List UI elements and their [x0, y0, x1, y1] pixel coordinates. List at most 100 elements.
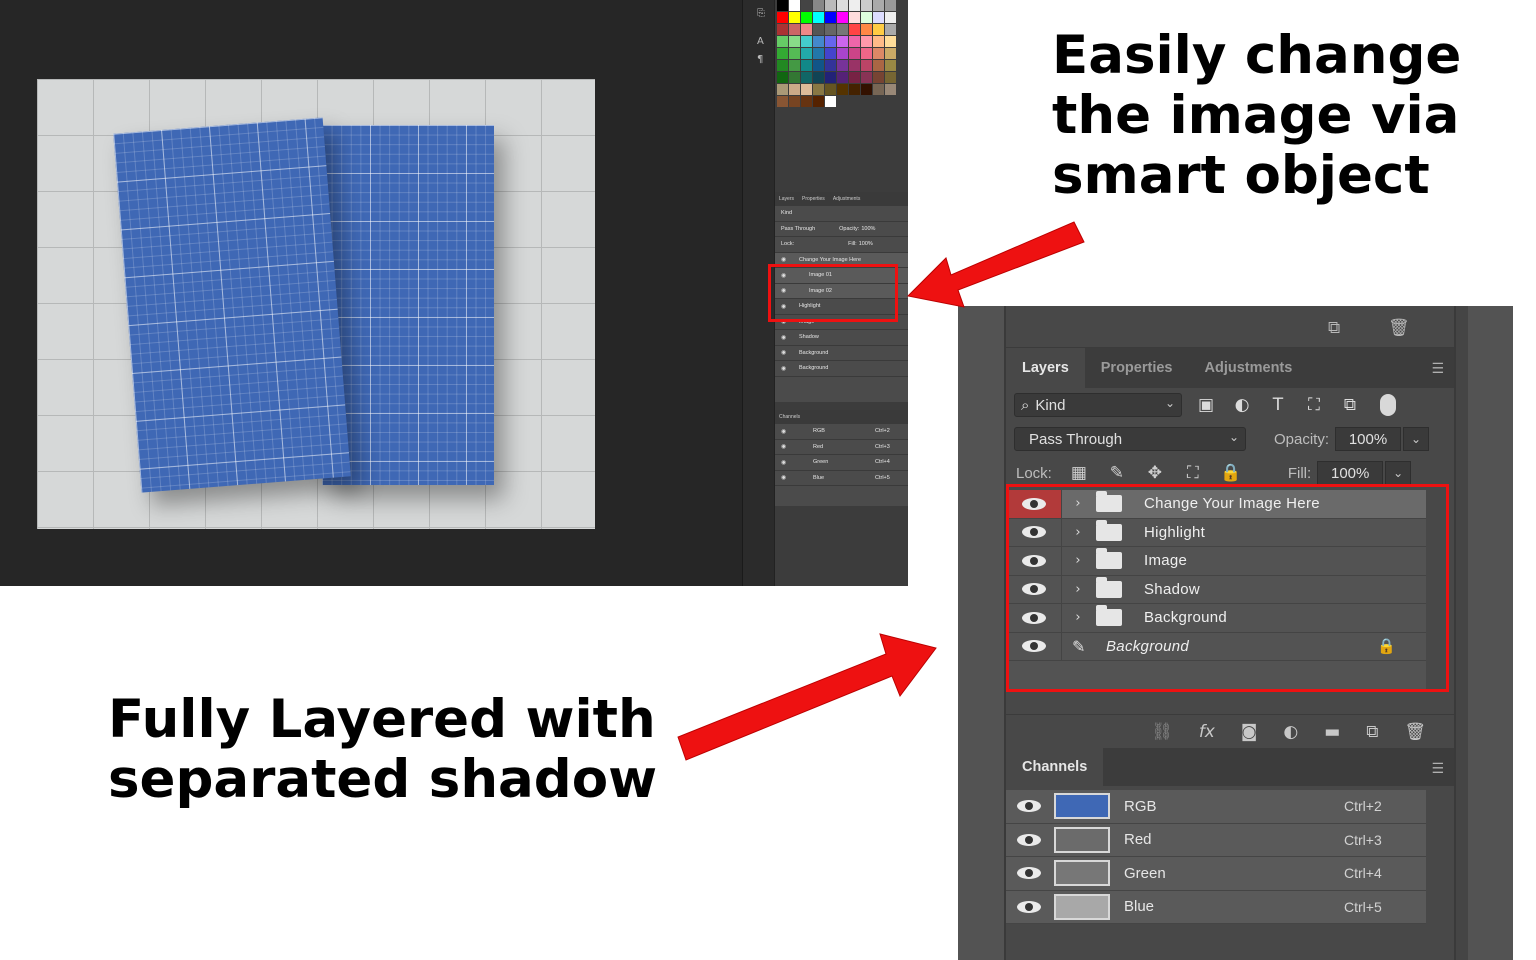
panel-menu-icon[interactable]: ☰: [1431, 361, 1444, 377]
color-swatch[interactable]: [789, 36, 800, 47]
eye-icon[interactable]: ◉: [781, 443, 789, 450]
color-swatch[interactable]: [849, 60, 860, 71]
mini-channel-row[interactable]: ◉ RGB Ctrl+2: [775, 424, 908, 440]
color-swatch[interactable]: [825, 48, 836, 59]
chevron-down-icon[interactable]: ⌄: [1385, 461, 1412, 485]
visibility-toggle[interactable]: [1006, 824, 1052, 857]
color-swatch[interactable]: [777, 96, 788, 107]
color-swatch[interactable]: [777, 60, 788, 71]
color-swatch[interactable]: [885, 84, 896, 95]
lock-brush-icon[interactable]: ✎: [1106, 463, 1128, 483]
color-swatch[interactable]: [777, 24, 788, 35]
color-swatch[interactable]: [837, 48, 848, 59]
link-layers-icon[interactable]: ⛓: [1151, 722, 1173, 742]
color-swatch[interactable]: [789, 48, 800, 59]
mini-layer-row[interactable]: ◉ Shadow: [775, 330, 908, 346]
color-swatch[interactable]: [849, 24, 860, 35]
color-swatch[interactable]: [885, 72, 896, 83]
trash-icon[interactable]: 🗑: [1404, 722, 1426, 742]
new-layer-icon[interactable]: ⧉: [1328, 318, 1340, 338]
color-swatch[interactable]: [777, 48, 788, 59]
color-swatch[interactable]: [801, 84, 812, 95]
mini-tab-layers[interactable]: Layers: [779, 196, 794, 206]
mini-layer-row[interactable]: ◉ Background: [775, 346, 908, 361]
pixel-filter-icon[interactable]: ▣: [1194, 395, 1218, 415]
eye-icon[interactable]: ◉: [781, 256, 789, 263]
color-swatch[interactable]: [801, 60, 812, 71]
color-swatch[interactable]: [825, 36, 836, 47]
color-swatch[interactable]: [789, 72, 800, 83]
color-swatch[interactable]: [813, 36, 824, 47]
fx-icon[interactable]: fx: [1199, 722, 1215, 742]
color-swatch[interactable]: [849, 84, 860, 95]
channel-row[interactable]: Red Ctrl+3: [1006, 823, 1426, 857]
trash-icon[interactable]: 🗑: [1388, 318, 1410, 338]
color-swatch[interactable]: [873, 72, 884, 83]
color-swatch[interactable]: [777, 84, 788, 95]
visibility-toggle[interactable]: [1006, 891, 1052, 924]
color-swatch[interactable]: [837, 84, 848, 95]
eye-icon[interactable]: ◉: [781, 474, 789, 481]
eye-icon[interactable]: ◉: [781, 334, 789, 341]
tab-layers[interactable]: Layers: [1006, 348, 1085, 388]
color-swatch[interactable]: [789, 84, 800, 95]
color-swatch[interactable]: [777, 36, 788, 47]
color-swatch[interactable]: [885, 36, 896, 47]
mini-channel-row[interactable]: ◉ Red Ctrl+3: [775, 440, 908, 455]
color-swatch[interactable]: [825, 84, 836, 95]
color-swatch[interactable]: [801, 36, 812, 47]
color-swatch[interactable]: [777, 0, 788, 11]
color-swatch[interactable]: [861, 24, 872, 35]
color-swatch[interactable]: [837, 0, 848, 11]
color-swatch[interactable]: [873, 84, 884, 95]
color-swatch[interactable]: [885, 12, 896, 23]
type-filter-icon[interactable]: T: [1266, 395, 1290, 415]
shape-filter-icon[interactable]: ⛶: [1302, 395, 1326, 415]
color-swatch[interactable]: [873, 48, 884, 59]
smart-object-filter-icon[interactable]: ⧉: [1338, 395, 1362, 415]
color-swatch[interactable]: [861, 72, 872, 83]
visibility-toggle[interactable]: [1006, 857, 1052, 890]
color-swatch[interactable]: [789, 96, 800, 107]
eye-icon[interactable]: ◉: [781, 459, 789, 466]
color-swatch[interactable]: [825, 12, 836, 23]
color-swatch[interactable]: [849, 12, 860, 23]
color-swatch[interactable]: [813, 72, 824, 83]
color-swatch[interactable]: [873, 0, 884, 11]
new-group-icon[interactable]: ▬: [1324, 722, 1340, 742]
color-swatch[interactable]: [885, 48, 896, 59]
color-swatch[interactable]: [873, 60, 884, 71]
color-swatch[interactable]: [777, 72, 788, 83]
fill-input[interactable]: 100%: [1317, 461, 1384, 485]
color-swatch[interactable]: [849, 48, 860, 59]
color-swatch[interactable]: [861, 0, 872, 11]
adjustment-layer-icon[interactable]: ◐: [1283, 722, 1298, 742]
color-swatch[interactable]: [885, 24, 896, 35]
mini-layer-row[interactable]: ◉ Background: [775, 361, 908, 377]
mini-tab-properties[interactable]: Properties: [802, 196, 825, 206]
lock-position-icon[interactable]: ✥: [1144, 463, 1166, 483]
color-swatch[interactable]: [777, 12, 788, 23]
color-swatch[interactable]: [801, 96, 812, 107]
color-swatch[interactable]: [825, 60, 836, 71]
color-swatch[interactable]: [837, 24, 848, 35]
color-swatch[interactable]: [837, 60, 848, 71]
color-swatch[interactable]: [885, 60, 896, 71]
color-swatch[interactable]: [861, 84, 872, 95]
color-swatch[interactable]: [789, 24, 800, 35]
mini-channel-row[interactable]: ◉ Green Ctrl+4: [775, 455, 908, 471]
color-swatch[interactable]: [885, 0, 896, 11]
history-icon[interactable]: ⎘: [757, 8, 771, 22]
color-swatch[interactable]: [813, 84, 824, 95]
eye-icon[interactable]: ◉: [781, 365, 789, 372]
color-swatch[interactable]: [825, 0, 836, 11]
color-swatch[interactable]: [849, 36, 860, 47]
chevron-down-icon[interactable]: ⌄: [1403, 427, 1430, 451]
eye-icon[interactable]: ◉: [781, 349, 789, 356]
color-swatch[interactable]: [789, 0, 800, 11]
color-swatch[interactable]: [849, 0, 860, 11]
blend-mode-select[interactable]: Pass Through ⌄: [1014, 427, 1246, 451]
kind-filter-select[interactable]: ⌕ Kind ⌄: [1014, 393, 1182, 417]
color-swatch[interactable]: [861, 12, 872, 23]
color-swatch[interactable]: [789, 12, 800, 23]
